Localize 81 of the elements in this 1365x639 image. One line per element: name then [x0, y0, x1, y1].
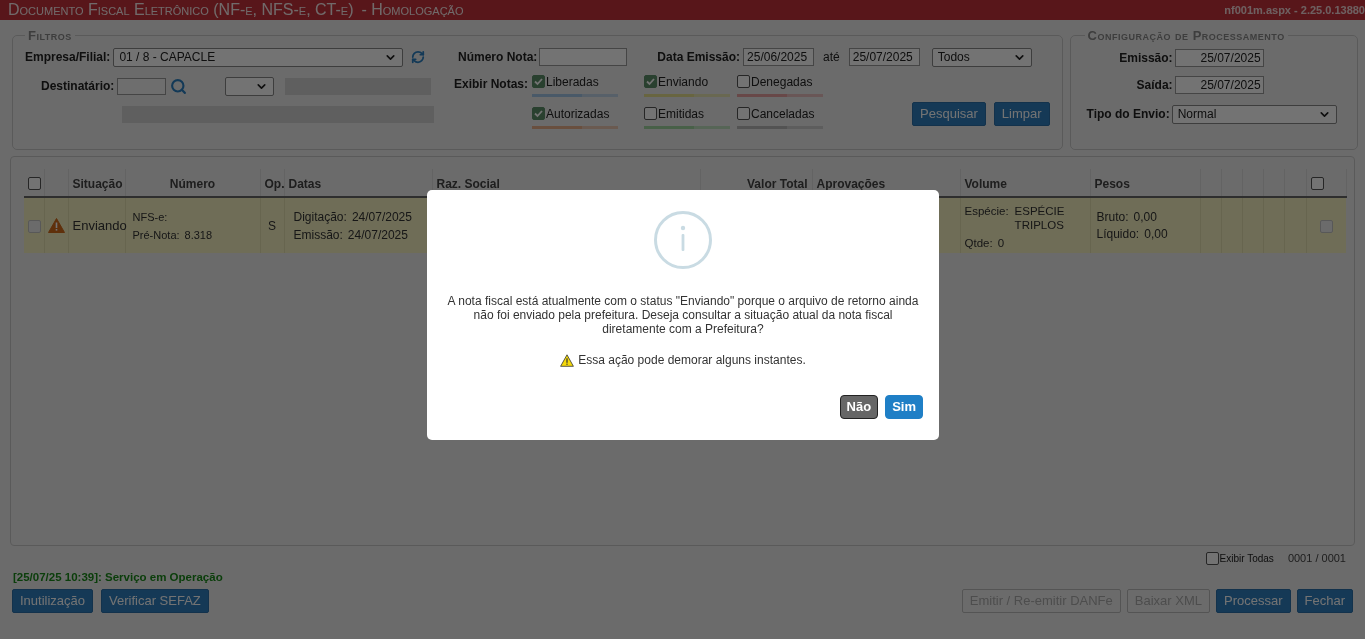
cell-label: Bruto:: [1096, 208, 1129, 226]
checkbox[interactable]: [532, 75, 545, 88]
checkbox[interactable]: [737, 75, 750, 88]
field-label: Tipo do Envio:: [1086, 106, 1170, 123]
input-field[interactable]: 25/07/2025: [848, 48, 920, 66]
table-cell-text: ESPÉCIE TRIPLOS: [1014, 204, 1066, 232]
input-field[interactable]: [539, 48, 628, 66]
cell-label: NFS-e:: [132, 209, 168, 225]
cell-label: Espécie:: [964, 204, 1009, 219]
field-label: Data Emissão:: [657, 49, 741, 66]
column-header: Aprovações: [816, 177, 886, 191]
table-cell: 0,00: [1133, 208, 1157, 226]
button[interactable]: Fechar: [1296, 589, 1353, 613]
search-icon[interactable]: [170, 77, 188, 95]
confirm-button[interactable]: Sim: [885, 395, 923, 419]
checkbox[interactable]: [1205, 551, 1219, 565]
dialog-message: A nota fiscal está atualmente com o status "Enviando" porque o arquivo de retorno ainda não foi enviado pela prefeitura. Deseja consultar a situação atual da nota fiscal diretamente com a Prefeitura?: [446, 294, 920, 336]
checkbox-label: Canceladas: [751, 105, 815, 123]
column-header: Volume: [964, 177, 1007, 191]
dropdown[interactable]: Todos: [931, 47, 1032, 67]
checkbox[interactable]: [737, 107, 750, 120]
warning-icon: [560, 353, 575, 367]
button[interactable]: Pesquisar: [912, 101, 986, 126]
dialog-warning: Essa ação pode demorar alguns instantes.: [578, 352, 806, 369]
status-message: [25/07/25 10:39]: Serviço em Operação: [13, 570, 223, 584]
table-cell: S: [268, 218, 276, 233]
column-header: Raz. Social: [436, 177, 500, 191]
cell-label: Líquido:: [1096, 225, 1140, 243]
field-label: Destinatário:: [41, 78, 115, 95]
checkbox-label: Emitidas: [658, 105, 705, 123]
input-field[interactable]: [117, 77, 167, 95]
checkbox-label: Enviando: [658, 73, 709, 91]
button[interactable]: Limpar: [993, 101, 1050, 126]
button[interactable]: Processar: [1216, 589, 1291, 613]
checkbox-label: Exibir Todas: [1219, 551, 1274, 566]
checkbox[interactable]: [644, 75, 657, 88]
column-header: Pesos: [1094, 177, 1130, 191]
table-cell-text: 24/07/2025: [351, 208, 412, 226]
button[interactable]: Inutilização: [12, 589, 94, 613]
cell-label: Digitação:: [293, 208, 347, 226]
checkbox[interactable]: [28, 176, 41, 190]
warning-icon: [47, 218, 65, 233]
table-cell: 0: [997, 236, 1005, 250]
field-label: Exibir Notas:: [454, 75, 528, 93]
cell-label: Pré-Nota:: [132, 227, 180, 243]
table-cell-text: 8.318: [184, 227, 213, 243]
checkbox-label: Autorizadas: [546, 105, 610, 123]
dropdown[interactable]: 01 / 8 - CAPACLE: [113, 47, 404, 67]
input-field[interactable]: 25/06/2025: [743, 48, 815, 66]
table-cell-text: 24/07/2025: [347, 226, 408, 244]
info-icon: [654, 211, 712, 269]
cancel-button[interactable]: Não: [839, 395, 879, 419]
column-header: Op.: [264, 177, 285, 191]
dropdown[interactable]: [225, 76, 275, 96]
column-header: Datas: [288, 177, 322, 191]
page-counter: 0001 / 0001: [1287, 550, 1346, 566]
checkbox[interactable]: [644, 107, 657, 120]
version-label: nf001m.aspx - 2.25.0.13880: [1224, 2, 1365, 18]
field-label: Emissão:: [1118, 49, 1173, 67]
refresh-icon[interactable]: [411, 50, 426, 64]
column-header: Situação: [72, 177, 123, 191]
table-cell: 0,00: [1144, 225, 1168, 243]
button[interactable]: Verificar SEFAZ: [101, 589, 209, 613]
checkbox-label: Denegadas: [751, 73, 813, 91]
field-label: Empresa/Filial:: [25, 49, 111, 66]
column-header: Valor Total: [747, 177, 808, 191]
checkbox-label: Liberadas: [546, 73, 599, 91]
column-header: Número: [169, 177, 216, 191]
environment-label: - Homologação: [361, 0, 464, 20]
input-field[interactable]: 25/07/2025: [1174, 48, 1264, 67]
field-label: até: [823, 49, 840, 66]
field-label: Número Nota:: [458, 49, 538, 66]
cell-label: Emissão:: [293, 226, 343, 244]
checkbox[interactable]: [532, 107, 545, 120]
field-label: Saída:: [1135, 76, 1173, 94]
window-title: Documento Fiscal Eletrônico (NF-e, NFS-e, CT-e): [8, 0, 354, 20]
checkbox[interactable]: [1310, 176, 1324, 190]
dropdown[interactable]: Normal: [1171, 104, 1337, 124]
cell-label: Qtde:: [964, 236, 993, 250]
input-field[interactable]: 25/07/2025: [1174, 75, 1264, 94]
table-cell: Enviando: [72, 217, 127, 233]
